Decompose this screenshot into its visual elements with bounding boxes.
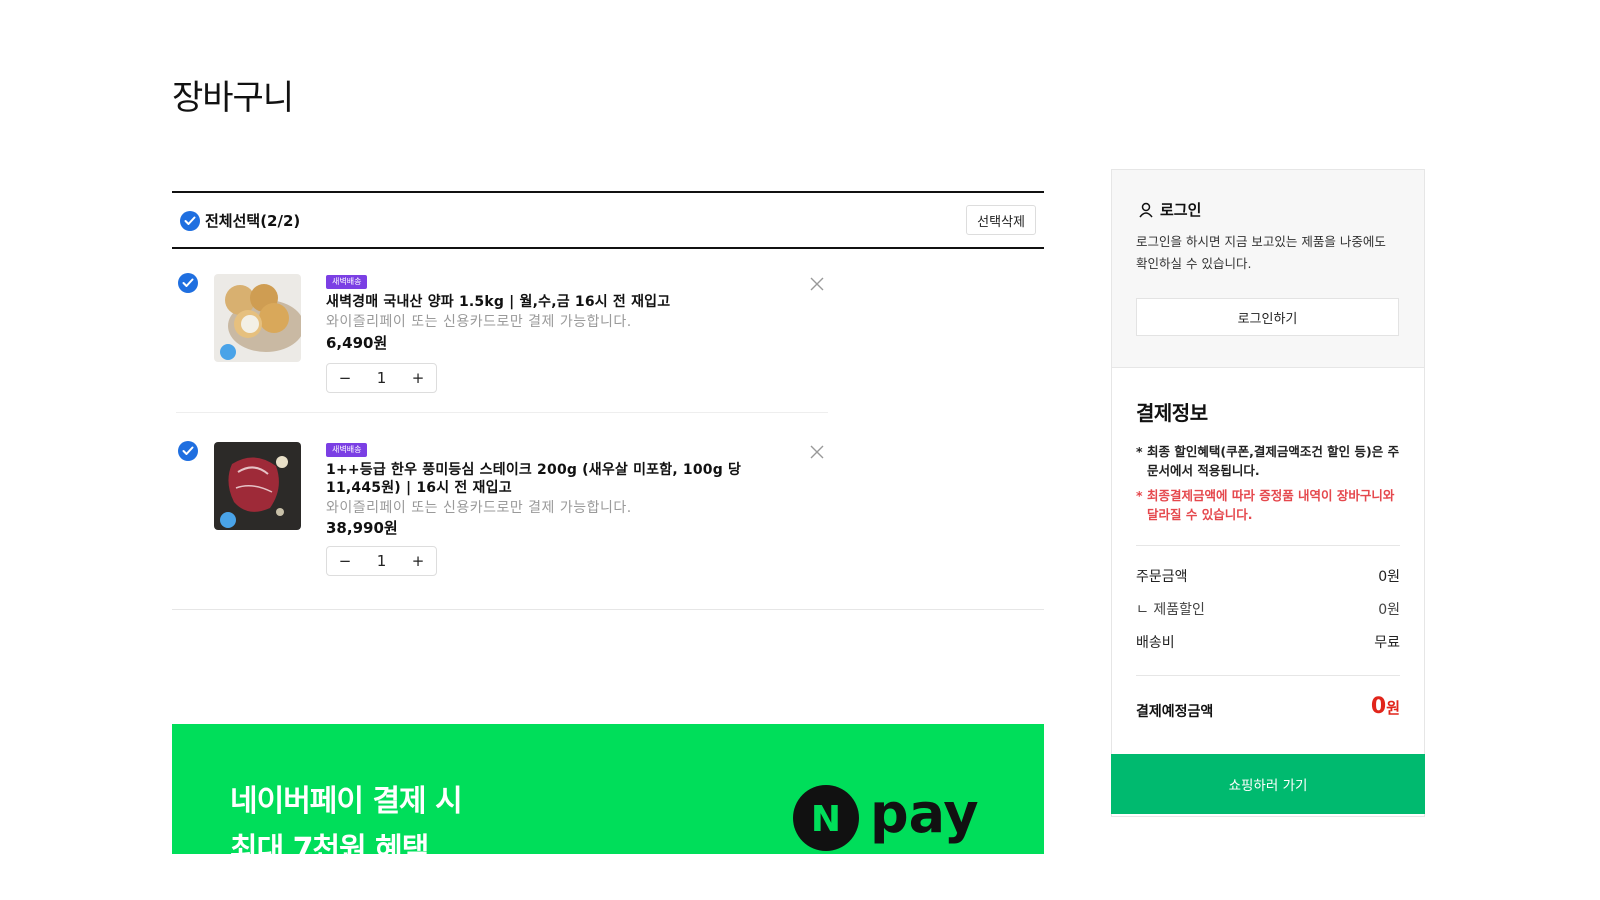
total-divider [1136, 675, 1400, 676]
shipping-label: 배송비 [1136, 635, 1175, 651]
user-icon [1139, 202, 1153, 218]
payment-info-title: 결제정보 [1136, 401, 1208, 425]
check-icon [182, 278, 194, 287]
page-title: 장바구니 [172, 78, 294, 118]
total-amount: 0 [1370, 694, 1387, 719]
discount-notice: 최종 할인혜택(쿠폰,결제금액조건 할인 등)은 주문서에서 적용됩니다. [1136, 442, 1406, 480]
minus-icon[interactable]: − [327, 369, 363, 387]
product-name[interactable]: 1++등급 한우 풍미등심 스테이크 200g (새우살 미포함, 100g 당… [326, 461, 776, 497]
total-value: 0원 [1371, 694, 1400, 719]
banner-headline: 네이버페이 결제 시 [230, 784, 463, 819]
payment-note: 와이즐리페이 또는 신용카드로만 결제 가능합니다. [326, 314, 632, 330]
cart-item: 새벽배송 새벽경매 국내산 양파 1.5kg | 월,수,금 16시 전 재입고… [172, 257, 1044, 412]
shipping-value: 무료 [1374, 635, 1400, 651]
dawn-delivery-badge: 새벽배송 [326, 443, 368, 457]
npay-logo-letter: N [811, 799, 841, 840]
list-divider [172, 609, 1044, 610]
product-name[interactable]: 새벽경매 국내산 양파 1.5kg | 월,수,금 16시 전 재입고 [326, 293, 776, 311]
total-label: 결제예정금액 [1136, 704, 1214, 720]
check-icon [184, 216, 196, 225]
product-price: 6,490원 [326, 334, 388, 352]
cart-item: 새벽배송 1++등급 한우 풍미등심 스테이크 200g (새우살 미포함, 1… [172, 425, 1044, 615]
plus-icon[interactable]: + [400, 369, 436, 387]
product-price: 38,990원 [326, 519, 398, 537]
order-amount-row: 주문금액 0원 [1136, 566, 1400, 586]
quantity-stepper: − 1 + [326, 546, 437, 576]
npay-logo-text: pay [870, 784, 979, 845]
delete-selected-button[interactable]: 선택삭제 [966, 205, 1036, 235]
item-divider [176, 412, 828, 413]
summary-divider [1136, 545, 1400, 546]
quantity-value: 1 [376, 552, 387, 570]
product-discount-row: ㄴ 제품할인 0원 [1136, 599, 1400, 619]
login-description: 로그인을 하시면 지금 보고있는 제품을 나중에도 확인하실 수 있습니다. [1136, 234, 1386, 271]
login-title: 로그인 [1160, 201, 1202, 219]
select-all-label: 전체선택(2/2) [205, 212, 301, 230]
item-checkbox[interactable] [178, 441, 198, 461]
shipping-row: 배송비 무료 [1136, 632, 1400, 652]
go-shopping-button[interactable]: 쇼핑하러 가기 [1111, 754, 1425, 814]
quantity-stepper: − 1 + [326, 363, 437, 393]
payment-note: 와이즐리페이 또는 신용카드로만 결제 가능합니다. [326, 500, 632, 516]
login-box: 로그인 로그인을 하시면 지금 보고있는 제품을 나중에도 확인하실 수 있습니… [1112, 170, 1424, 368]
minus-icon[interactable]: − [327, 552, 363, 570]
gift-notice: 최종결제금액에 따라 증정품 내역이 장바구니와 달라질 수 있습니다. [1136, 486, 1406, 524]
check-icon [182, 446, 194, 455]
product-discount-value: 0원 [1378, 602, 1400, 618]
dawn-delivery-badge: 새벽배송 [326, 275, 368, 289]
product-image-onion[interactable] [214, 274, 301, 362]
select-all-bar: 전체선택(2/2) 선택삭제 [172, 191, 1044, 249]
npay-logo: N pay [793, 784, 979, 851]
product-image-steak[interactable] [214, 442, 301, 530]
order-summary-panel: 로그인 로그인을 하시면 지금 보고있는 제품을 나중에도 확인하실 수 있습니… [1111, 169, 1425, 817]
order-amount-label: 주문금액 [1136, 569, 1188, 585]
close-icon[interactable] [808, 443, 826, 461]
product-discount-label: ㄴ 제품할인 [1136, 602, 1205, 618]
naverpay-banner[interactable]: 네이버페이 결제 시 최대 7천원 혜택 N pay [172, 724, 1044, 854]
quantity-value: 1 [376, 369, 387, 387]
item-checkbox[interactable] [178, 273, 198, 293]
login-button[interactable]: 로그인하기 [1136, 298, 1399, 336]
total-unit: 원 [1386, 699, 1400, 717]
close-icon[interactable] [808, 275, 826, 293]
order-amount-value: 0원 [1378, 569, 1400, 585]
select-all-checkbox[interactable] [180, 211, 200, 231]
plus-icon[interactable]: + [400, 552, 436, 570]
banner-subheadline: 최대 7천원 혜택 [230, 832, 429, 854]
